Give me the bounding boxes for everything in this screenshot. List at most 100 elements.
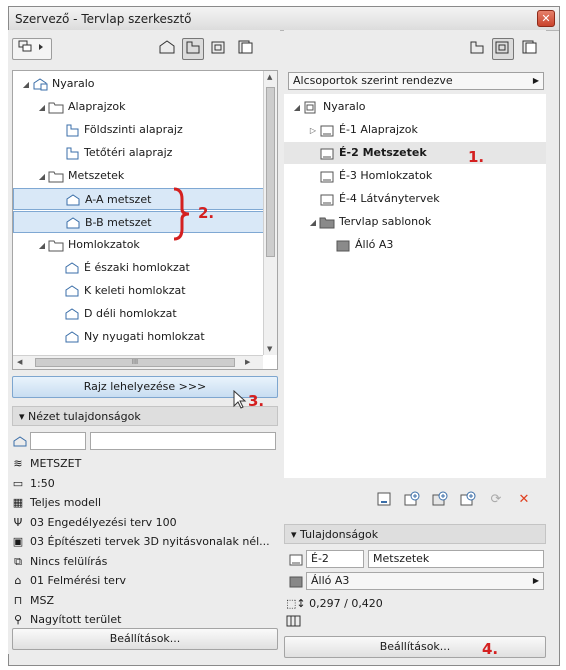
scroll-left-icon[interactable]: ◀ bbox=[17, 358, 22, 366]
publisher-icon bbox=[522, 40, 537, 54]
new-layout-button[interactable] bbox=[374, 490, 394, 510]
layout-id-field[interactable]: É-2 bbox=[306, 550, 364, 568]
layout-name-field[interactable]: Metszetek bbox=[368, 550, 544, 568]
expand-triangle-icon[interactable]: ▷ bbox=[308, 120, 318, 142]
scroll-down-icon[interactable]: ▼ bbox=[267, 345, 272, 353]
tree-item-label: Tervlap sablonok bbox=[339, 215, 432, 228]
view-map-item[interactable]: K keleti homlokzat bbox=[13, 280, 277, 302]
master-icon bbox=[289, 576, 303, 588]
view-map-item[interactable]: ◢ Nyaralo bbox=[13, 73, 277, 95]
view-id-field[interactable] bbox=[30, 432, 86, 450]
expand-triangle-icon[interactable]: ◢ bbox=[308, 212, 318, 234]
right-view-map-tab[interactable] bbox=[466, 38, 488, 60]
expand-triangle-icon[interactable]: ◢ bbox=[37, 97, 47, 119]
view-name-field[interactable] bbox=[90, 432, 276, 450]
layoutbook-icon bbox=[211, 41, 225, 54]
new-layout-icon bbox=[377, 492, 391, 506]
update-button[interactable]: ⟳ bbox=[486, 490, 506, 510]
view-map-item[interactable]: Földszinti alaprajz bbox=[13, 119, 277, 141]
sort-dropdown[interactable]: Alcsoportok szerint rendezve ▶ bbox=[288, 72, 544, 90]
tree-item-label: Homlokzatok bbox=[68, 238, 140, 251]
layout-book-tab[interactable] bbox=[208, 38, 230, 60]
bracket-annotation-icon bbox=[173, 187, 190, 241]
view-map-item[interactable]: D déli homlokzat bbox=[13, 303, 277, 325]
folder-icon bbox=[48, 102, 64, 114]
tree-horizontal-scrollbar[interactable]: ◀ III ▶ bbox=[13, 355, 263, 369]
view-map-pane: ◢ Nyaralo ◢ Alaprajzok Földszinti alaprajz Te… bbox=[8, 30, 280, 654]
pen-icon: Ψ bbox=[13, 515, 23, 529]
horizontal-scroll-thumb[interactable]: III bbox=[35, 358, 235, 367]
view-map-item[interactable]: Tetőtéri alaprajz bbox=[13, 142, 277, 164]
view-map-item[interactable]: ◢ Alaprajzok bbox=[13, 96, 277, 118]
scroll-right-icon[interactable]: ▶ bbox=[245, 358, 250, 366]
new-folder-icon bbox=[460, 491, 476, 506]
view-map-item[interactable]: A-A metszet bbox=[13, 188, 277, 210]
expand-triangle-icon[interactable]: ◢ bbox=[37, 166, 47, 188]
tree-item-label: Álló A3 bbox=[355, 238, 394, 251]
close-button[interactable]: ✕ bbox=[537, 10, 555, 27]
layout-icon bbox=[320, 194, 334, 206]
view-property-value: 1:50 bbox=[30, 476, 55, 490]
project-map-tab[interactable] bbox=[156, 38, 178, 60]
view-map-item[interactable]: Ny nyugati homlokzat bbox=[13, 326, 277, 348]
right-layout-book-tab[interactable] bbox=[492, 38, 514, 60]
view-map-item[interactable]: ◢ Metszetek bbox=[13, 165, 277, 187]
right-toolbar bbox=[284, 30, 546, 68]
new-master-icon bbox=[432, 491, 448, 506]
tree-item-label: Földszinti alaprajz bbox=[84, 123, 183, 136]
view-property-row: ▦ Teljes modell bbox=[10, 493, 278, 513]
vertical-scroll-thumb[interactable] bbox=[266, 87, 275, 257]
new-folder-button[interactable] bbox=[458, 490, 478, 510]
view-property-row: ⊓ MSZ bbox=[10, 591, 278, 611]
tree-vertical-scrollbar[interactable]: ▲ ▼ bbox=[263, 71, 277, 355]
size-row: ⬚↕ 0,297 / 0,420 bbox=[286, 594, 383, 614]
house-icon bbox=[159, 40, 175, 54]
properties-header[interactable]: ▾ Tulajdonságok bbox=[284, 524, 546, 544]
layout-icon bbox=[320, 171, 334, 183]
scale-icon: ▭ bbox=[12, 476, 24, 490]
layout-book-item[interactable]: Álló A3 bbox=[284, 234, 546, 256]
right-publisher-tab[interactable] bbox=[518, 38, 540, 60]
layout-book-item[interactable]: É-4 Látványtervek bbox=[284, 188, 546, 210]
master-dropdown[interactable]: Álló A3 ▶ bbox=[306, 572, 544, 590]
view-map-tab[interactable] bbox=[182, 38, 204, 60]
tree-item-label: Ny nyugati homlokzat bbox=[84, 330, 205, 343]
delete-button[interactable]: ✕ bbox=[514, 490, 534, 510]
view-settings-button[interactable]: Beállítások... bbox=[12, 628, 278, 650]
view-map-menu-button[interactable] bbox=[12, 38, 52, 60]
view-map-item[interactable]: É északi homlokzat bbox=[13, 257, 277, 279]
layout-book-item[interactable]: É-3 Homlokzatok bbox=[284, 165, 546, 187]
expand-triangle-icon[interactable]: ◢ bbox=[37, 235, 47, 257]
view-properties-title: Nézet tulajdonságok bbox=[28, 410, 141, 423]
scroll-up-icon[interactable]: ▲ bbox=[267, 73, 272, 81]
sort-dropdown-value: Alcsoportok szerint rendezve bbox=[293, 74, 453, 87]
publisher-tab[interactable] bbox=[234, 38, 256, 60]
view-property-value: Nincs felülírás bbox=[30, 554, 108, 568]
tree-item-label: Alaprajzok bbox=[68, 100, 126, 113]
layout-book-item[interactable]: É-2 Metszetek bbox=[284, 142, 546, 164]
view-property-value: Nagyított terület bbox=[30, 613, 122, 626]
tree-item-label: Tetőtéri alaprajz bbox=[84, 146, 173, 159]
override-icon: ⧉ bbox=[14, 554, 22, 568]
tree-item-label: Metszetek bbox=[68, 169, 125, 182]
new-subset-button[interactable] bbox=[402, 490, 422, 510]
layer-icon: ≋ bbox=[13, 457, 23, 470]
tree-item-label: É északi homlokzat bbox=[84, 261, 190, 274]
layout-book-item[interactable]: ◢ Nyaralo bbox=[284, 96, 546, 118]
view-map-item[interactable]: ◢ Homlokzatok bbox=[13, 234, 277, 256]
layout-book-item[interactable]: ◢ Tervlap sablonok bbox=[284, 211, 546, 233]
expand-triangle-icon[interactable]: ◢ bbox=[292, 97, 302, 119]
layout-book-item[interactable]: ▷ É-1 Alaprajzok bbox=[284, 119, 546, 141]
expand-triangle-icon[interactable]: ◢ bbox=[21, 74, 31, 96]
layout-settings-button[interactable]: Beállítások... bbox=[284, 636, 546, 658]
renovation-icon: ⌂ bbox=[14, 574, 22, 587]
elevation-icon bbox=[65, 331, 79, 343]
new-master-button[interactable] bbox=[430, 490, 450, 510]
view-map-item[interactable]: B-B metszet bbox=[13, 211, 277, 233]
annotation-3: 3. bbox=[248, 392, 265, 410]
layout-icon bbox=[320, 148, 334, 160]
tree-item-label: É-4 Látványtervek bbox=[339, 192, 440, 205]
layout-icon bbox=[320, 125, 334, 137]
dropdown-arrow-icon: ▶ bbox=[532, 576, 539, 585]
view-property-value: METSZET bbox=[30, 457, 82, 470]
